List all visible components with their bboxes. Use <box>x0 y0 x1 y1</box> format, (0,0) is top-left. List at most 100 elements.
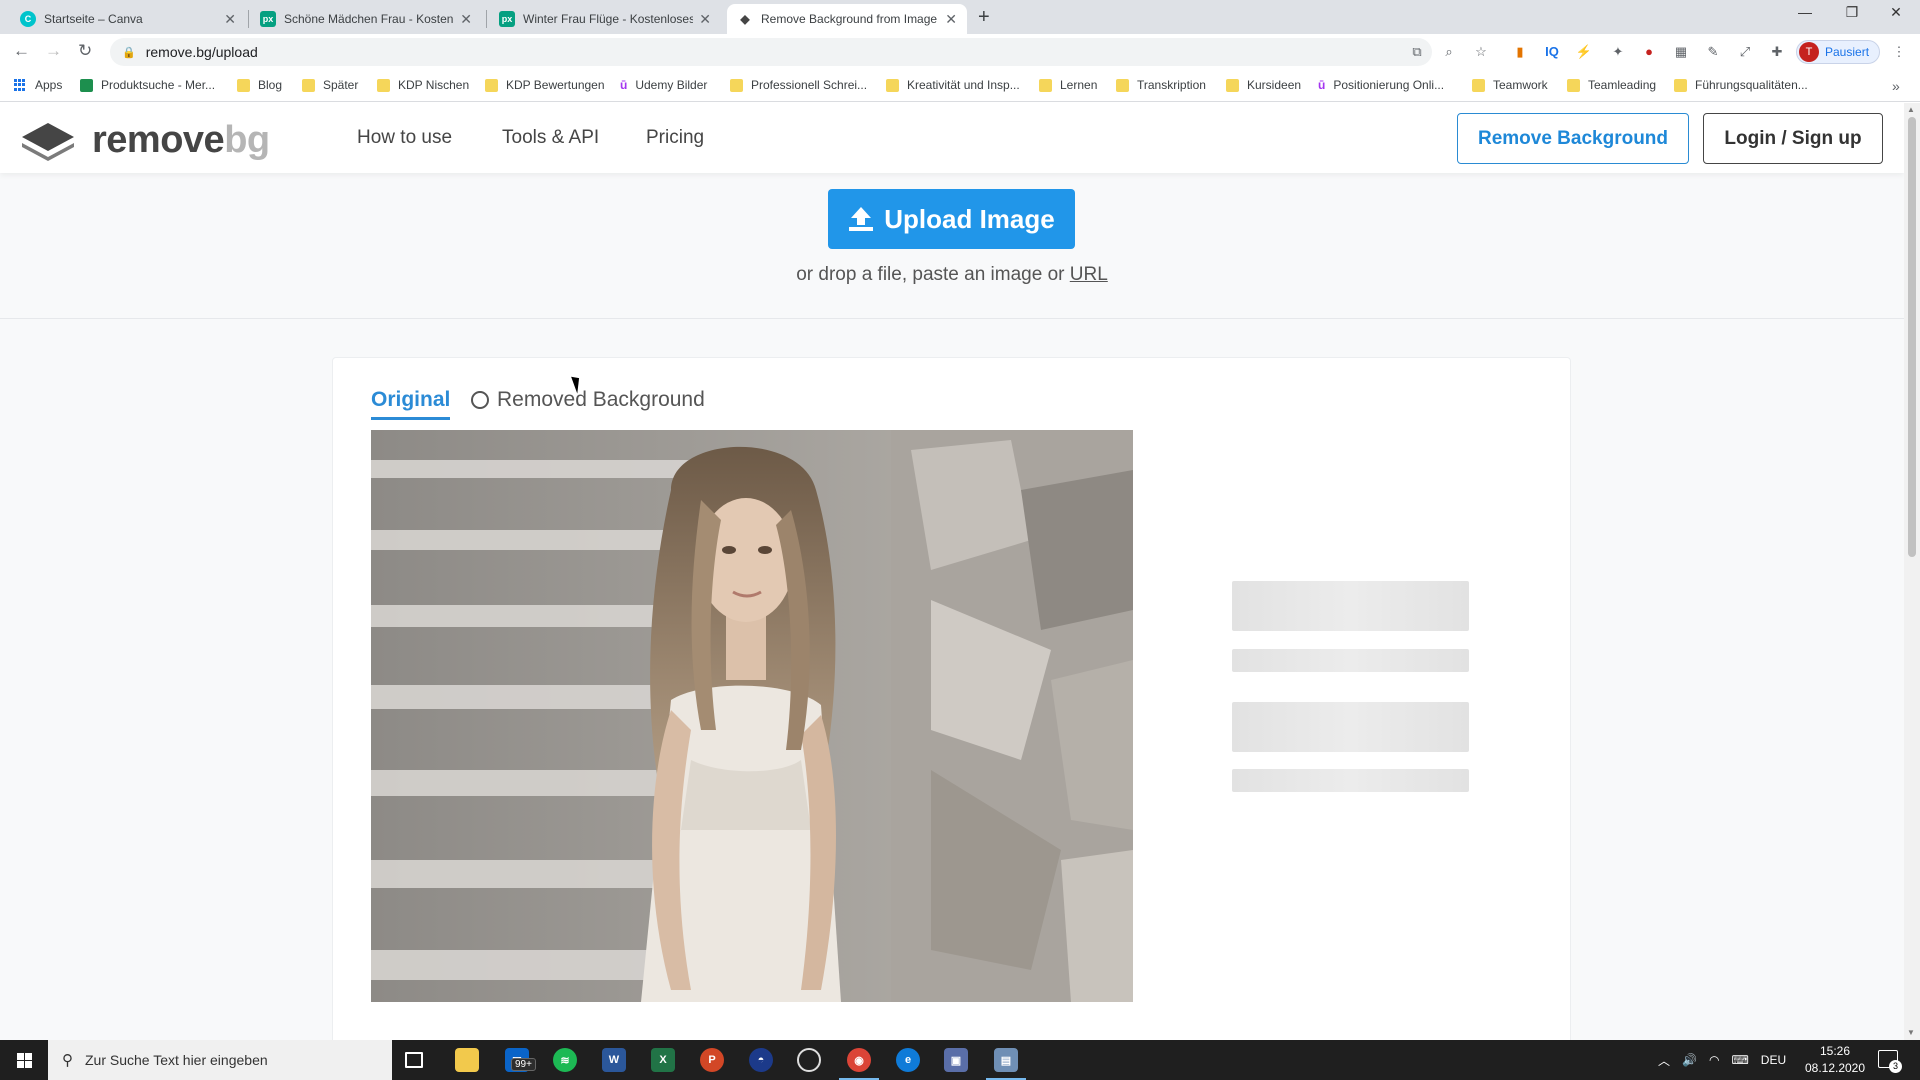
keyboard-icon[interactable]: ⌨ <box>1731 1053 1748 1067</box>
close-icon[interactable]: ✕ <box>224 11 236 28</box>
browser-tab-bar: C Startseite – Canva ✕ px Schöne Mädchen… <box>0 0 1920 34</box>
upload-image-button[interactable]: Upload Image <box>828 189 1075 249</box>
browser-tab-pexels-1[interactable]: px Schöne Mädchen Frau - Kostenlo ✕ <box>250 4 482 34</box>
task-view-icon[interactable] <box>405 1052 423 1068</box>
extension-icon[interactable]: ▦ <box>1672 43 1690 61</box>
extension-icon[interactable]: ▮ <box>1511 43 1529 61</box>
tab-original[interactable]: Original <box>371 388 451 420</box>
browser-tab-pexels-2[interactable]: px Winter Frau Flüge - Kostenloses ✕ <box>489 4 721 34</box>
bookmark-item[interactable]: Blog <box>237 78 282 92</box>
menu-dots-icon[interactable]: ⋮ <box>1890 43 1908 61</box>
upload-icon <box>849 207 874 231</box>
canva-icon: C <box>20 11 36 27</box>
restore-icon[interactable]: ❐ <box>1832 4 1872 21</box>
bookmark-item[interactable]: Später <box>302 78 358 92</box>
bookmark-item[interactable]: Teamwork <box>1472 78 1548 92</box>
layers-logo-icon <box>22 122 74 161</box>
bookmark-item[interactable]: ū Positionierung Onli... <box>1318 78 1444 92</box>
close-icon[interactable]: ✕ <box>460 11 472 28</box>
windows-start-button[interactable] <box>0 1040 48 1080</box>
translate-icon[interactable]: ⧉ <box>1408 43 1426 61</box>
file-explorer-icon[interactable] <box>455 1048 479 1072</box>
url-link[interactable]: URL <box>1070 264 1108 285</box>
folder-icon <box>377 78 390 92</box>
zoom-icon[interactable]: ⌕ <box>1440 43 1458 61</box>
edge-icon[interactable]: e <box>896 1048 920 1072</box>
close-icon[interactable]: ✕ <box>699 11 711 28</box>
extension-icon[interactable]: ✦ <box>1609 43 1627 61</box>
bookmark-item[interactable]: Kursideen <box>1226 78 1301 92</box>
scroll-thumb[interactable] <box>1908 117 1916 557</box>
extensions-puzzle-icon[interactable]: ✚ <box>1768 43 1786 61</box>
folder-icon <box>1039 78 1052 92</box>
iq-extension-icon[interactable]: IQ <box>1543 43 1561 61</box>
app-icon[interactable]: ▣ <box>944 1048 968 1072</box>
tab-removed-background[interactable]: Removed Background <box>471 388 705 412</box>
search-placeholder: Zur Suche Text hier eingeben <box>85 1052 268 1068</box>
eyedropper-icon[interactable]: ✎ <box>1704 43 1722 61</box>
folder-icon <box>1472 78 1485 92</box>
bookmark-item[interactable]: Professionell Schrei... <box>730 78 867 92</box>
bookmark-item[interactable]: Teamleading <box>1567 78 1656 92</box>
taskbar-search-box[interactable]: ⚲ Zur Suche Text hier eingeben <box>48 1040 392 1080</box>
chrome-icon[interactable]: ◉ <box>839 1048 879 1080</box>
extension-icon[interactable]: ⚡ <box>1575 43 1593 61</box>
bookmark-item[interactable]: Lernen <box>1039 78 1097 92</box>
reload-icon[interactable]: ↻ <box>78 41 92 61</box>
excel-icon[interactable]: X <box>651 1048 675 1072</box>
window-close-icon[interactable]: ✕ <box>1876 4 1916 21</box>
word-icon[interactable]: W <box>602 1048 626 1072</box>
login-signup-button[interactable]: Login / Sign up <box>1703 113 1883 164</box>
bookmark-item[interactable]: Produktsuche - Mer... <box>80 78 215 92</box>
remove-background-button[interactable]: Remove Background <box>1457 113 1689 164</box>
clock-time: 15:26 <box>1819 1044 1851 1058</box>
loading-skeleton-bar <box>1232 649 1469 672</box>
adblock-icon[interactable]: ● <box>1640 43 1658 61</box>
bookmark-item[interactable]: KDP Nischen <box>377 78 469 92</box>
nav-how-to-use[interactable]: How to use <box>357 127 452 149</box>
removebg-logo[interactable]: remove bg <box>20 119 270 162</box>
bookmark-apps[interactable]: Apps <box>14 78 62 92</box>
scroll-down-arrow-icon[interactable]: ▼ <box>1907 1028 1915 1037</box>
close-icon[interactable]: ✕ <box>945 11 957 28</box>
chevron-up-icon[interactable]: ︿ <box>1658 1052 1670 1069</box>
system-tray: ︿ 🔊 ◠ ⌨ DEU <box>1658 1040 1786 1080</box>
pexels-icon: px <box>260 11 276 27</box>
bookmark-item[interactable]: Führungsqualitäten... <box>1674 78 1808 92</box>
back-arrow-icon[interactable]: ← <box>13 41 30 61</box>
tab-title: Startseite – Canva <box>44 12 143 26</box>
browser-tab-removebg[interactable]: ◆ Remove Background from Image ✕ <box>727 4 967 34</box>
page-scrollbar[interactable]: ▲ ▼ <box>1904 103 1920 1040</box>
obs-icon[interactable] <box>797 1048 821 1072</box>
bookmarks-overflow-icon[interactable]: » <box>1892 78 1900 94</box>
result-card: Original Removed Background <box>332 357 1571 1040</box>
url-text: remove.bg/upload <box>145 44 258 60</box>
notepad-icon[interactable]: ▤ <box>986 1048 1026 1080</box>
browser-toolbar: ← → ↻ 🔒 remove.bg/upload ⧉ ⌕ ☆ ▮ IQ ⚡ ✦ … <box>0 34 1920 70</box>
bookmark-star-icon[interactable]: ☆ <box>1472 43 1490 61</box>
browser-tab-canva[interactable]: C Startseite – Canva ✕ <box>10 4 246 34</box>
fullscreen-icon[interactable]: ⤢ <box>1736 43 1754 61</box>
network-icon[interactable]: ◠ <box>1709 1053 1719 1067</box>
bookmark-item[interactable]: Transkription <box>1116 78 1206 92</box>
nav-tools-api[interactable]: Tools & API <box>502 127 599 149</box>
taskbar-clock[interactable]: 15:26 08.12.2020 <box>1800 1043 1870 1077</box>
new-tab-plus-icon[interactable]: + <box>978 6 990 29</box>
nav-pricing[interactable]: Pricing <box>646 127 704 149</box>
spotify-icon[interactable]: ≋ <box>553 1048 577 1072</box>
bookmark-label: Später <box>323 78 359 92</box>
language-indicator[interactable]: DEU <box>1761 1053 1786 1067</box>
forward-arrow-icon[interactable]: → <box>45 41 62 61</box>
powerpoint-icon[interactable]: P <box>700 1048 724 1072</box>
bookmark-label: Transkription <box>1137 78 1206 92</box>
volume-icon[interactable]: 🔊 <box>1682 1053 1697 1067</box>
bookmark-item[interactable]: ū Udemy Bilder <box>620 78 707 92</box>
tab-title: Schöne Mädchen Frau - Kostenlo <box>284 12 455 26</box>
scroll-up-arrow-icon[interactable]: ▲ <box>1907 105 1915 114</box>
address-bar[interactable]: 🔒 remove.bg/upload <box>110 38 1432 66</box>
bookmark-item[interactable]: Kreativität und Insp... <box>886 78 1020 92</box>
app-icon[interactable]: ◓ <box>749 1048 773 1072</box>
profile-button[interactable]: T Pausiert <box>1796 40 1880 64</box>
minimize-icon[interactable]: — <box>1785 4 1825 20</box>
bookmark-item[interactable]: KDP Bewertungen <box>485 78 605 92</box>
